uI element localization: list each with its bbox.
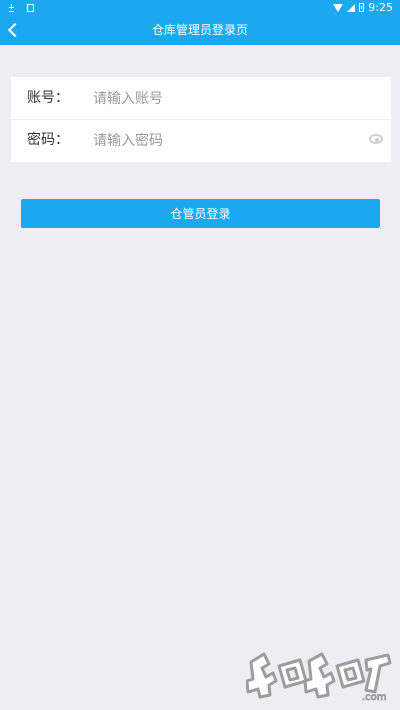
password-input[interactable]	[91, 124, 355, 158]
status-time: 9:25	[368, 1, 393, 14]
password-row: 密码：	[11, 119, 391, 161]
status-left	[8, 0, 34, 15]
watermark-logo: .com	[246, 652, 392, 702]
account-input[interactable]	[91, 82, 355, 116]
status-right: 9:25	[333, 0, 393, 15]
svg-text:.com: .com	[362, 692, 387, 702]
account-row: 账号：	[11, 77, 391, 119]
signal-icon	[347, 3, 356, 12]
wifi-icon	[333, 3, 344, 12]
navigation-header: 仓库管理员登录页	[0, 15, 400, 45]
eye-icon[interactable]	[369, 134, 383, 144]
password-label: 密码：	[27, 132, 69, 148]
download-icon	[8, 3, 15, 12]
status-bar: 9:25	[0, 0, 400, 15]
page-title: 仓库管理员登录页	[151, 23, 248, 37]
top-app-bar: 9:25 仓库管理员登录页	[0, 0, 400, 45]
account-label: 账号：	[27, 90, 69, 106]
login-form-card: 账号： 密码：	[11, 77, 391, 162]
battery-icon	[359, 3, 365, 12]
login-button[interactable]: 仓管员登录	[21, 199, 380, 228]
app-notification-icon	[27, 3, 34, 12]
